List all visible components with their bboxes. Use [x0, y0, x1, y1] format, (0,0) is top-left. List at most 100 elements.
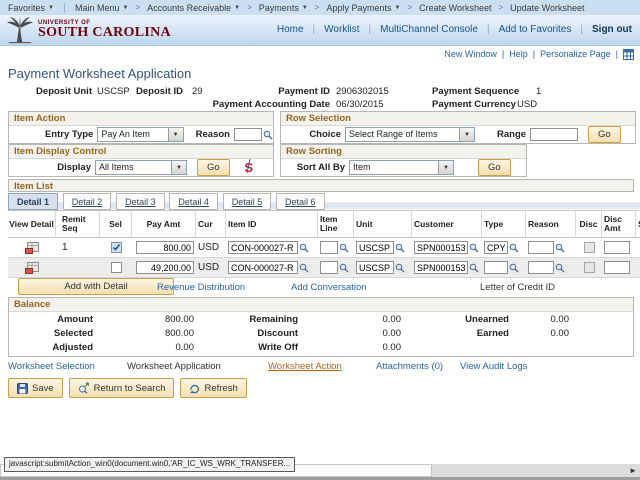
- col-header-item-id: Item ID: [226, 211, 318, 237]
- dropdown-arrow-icon: ▼: [168, 128, 183, 141]
- item-display-go-button[interactable]: Go: [197, 159, 230, 176]
- http-grid-icon[interactable]: [623, 49, 634, 60]
- tab-detail-2[interactable]: Detail 2: [63, 193, 112, 210]
- lookup-icon[interactable]: [509, 243, 519, 253]
- breadcrumb-item-main-menu[interactable]: Main Menu ▼: [75, 3, 128, 13]
- lookup-icon[interactable]: [509, 263, 519, 273]
- service-purchase-cell: [636, 258, 640, 277]
- reason-input[interactable]: [528, 241, 554, 254]
- display-select[interactable]: All Items ▼: [95, 160, 187, 175]
- payment-currency-label: Payment Currency: [432, 99, 516, 110]
- range-input[interactable]: [530, 128, 578, 141]
- lookup-icon[interactable]: [555, 263, 565, 273]
- add-conversation-link[interactable]: Add Conversation: [291, 282, 367, 293]
- lookup-icon[interactable]: [555, 243, 565, 253]
- breadcrumb-label: Main Menu: [75, 3, 120, 13]
- choice-select[interactable]: Select Range of Items ▼: [345, 127, 475, 142]
- lookup-icon[interactable]: [469, 263, 479, 273]
- breadcrumb-item-apply-payments[interactable]: Apply Payments ▼: [326, 3, 400, 13]
- balance-label: Remaining: [194, 314, 298, 325]
- reason-input[interactable]: [234, 128, 262, 141]
- unit-input[interactable]: [356, 241, 394, 254]
- type-input[interactable]: [484, 241, 508, 254]
- add-with-detail-button[interactable]: Add with Detail: [18, 278, 174, 295]
- breadcrumb-label: Favorites: [8, 3, 45, 13]
- breadcrumb-item-payments[interactable]: Payments ▼: [259, 3, 308, 13]
- breadcrumb-item-create-worksheet[interactable]: Create Worksheet: [419, 3, 491, 13]
- new-window-link[interactable]: New Window: [444, 49, 497, 59]
- breadcrumb-item-accounts-receivable[interactable]: Accounts Receivable ▼: [147, 3, 240, 13]
- add-to-favorites-link[interactable]: Add to Favorites: [499, 24, 572, 35]
- sel-checkbox[interactable]: [111, 242, 122, 253]
- personalize-page-link[interactable]: Personalize Page: [540, 49, 611, 59]
- unit-input[interactable]: [356, 261, 394, 274]
- attachments-link[interactable]: Attachments (0): [376, 361, 443, 372]
- lookup-icon[interactable]: [339, 263, 349, 273]
- divider: |: [313, 24, 316, 35]
- item-line-input[interactable]: [320, 241, 338, 254]
- col-header-view-detail: View Detail: [8, 211, 56, 237]
- view-detail-icon[interactable]: [25, 262, 39, 274]
- disc-amt-input[interactable]: [604, 261, 630, 274]
- worksheet-selection-link[interactable]: Worksheet Selection: [8, 361, 95, 372]
- tab-detail-1[interactable]: Detail 1: [8, 193, 58, 210]
- item-list-section-title: Item List: [8, 179, 634, 192]
- worklist-link[interactable]: Worklist: [324, 24, 359, 35]
- lookup-icon[interactable]: [469, 243, 479, 253]
- lookup-icon[interactable]: [299, 243, 309, 253]
- sel-checkbox[interactable]: [111, 262, 122, 273]
- breadcrumb-label: Accounts Receivable: [147, 3, 231, 13]
- breadcrumb-label: Apply Payments: [326, 3, 391, 13]
- item-line-input[interactable]: [320, 261, 338, 274]
- chevron-right-icon: >: [498, 3, 503, 12]
- pay-amt-input[interactable]: [136, 261, 194, 274]
- save-button[interactable]: Save: [8, 378, 63, 398]
- lookup-icon[interactable]: [395, 263, 405, 273]
- item-display-control-title: Item Display Control: [9, 145, 273, 159]
- payment-id-value: 2906302015: [336, 86, 389, 97]
- sort-all-by-select[interactable]: Item ▼: [349, 160, 454, 175]
- disc-checkbox[interactable]: [584, 242, 595, 253]
- col-header-disc-amt: Disc Amt: [602, 211, 636, 237]
- row-sorting-go-button[interactable]: Go: [478, 159, 511, 176]
- tab-detail-3[interactable]: Detail 3: [116, 193, 165, 210]
- tab-detail-4[interactable]: Detail 4: [169, 193, 218, 210]
- view-audit-logs-link[interactable]: View Audit Logs: [460, 361, 527, 372]
- chevron-down-icon: ▼: [302, 5, 308, 11]
- deposit-unit-value: USCSP: [97, 86, 130, 97]
- home-link[interactable]: Home: [277, 24, 304, 35]
- breadcrumb-item-favorites[interactable]: Favorites ▼: [8, 3, 54, 13]
- dropdown-arrow-icon: ▼: [438, 161, 453, 174]
- revenue-distribution-link[interactable]: Revenue Distribution: [157, 282, 245, 293]
- multichannel-console-link[interactable]: MultiChannel Console: [380, 24, 478, 35]
- row-selection-go-button[interactable]: Go: [588, 126, 621, 143]
- entry-type-select[interactable]: Pay An Item ▼: [97, 127, 183, 142]
- refresh-button[interactable]: Refresh: [180, 378, 246, 398]
- lookup-icon[interactable]: [395, 243, 405, 253]
- pay-amt-input[interactable]: [136, 241, 194, 254]
- help-link[interactable]: Help: [509, 49, 528, 59]
- item-display-control-groupbox: Item Display Control Display All Items ▼…: [8, 144, 274, 177]
- worksheet-action-link[interactable]: Worksheet Action: [268, 361, 342, 372]
- sort-all-by-label: Sort All By: [281, 162, 345, 173]
- type-input[interactable]: [484, 261, 508, 274]
- scrollbar-right-arrow-icon[interactable]: ►: [629, 467, 637, 475]
- lookup-icon[interactable]: [263, 130, 273, 140]
- item-id-input[interactable]: [228, 241, 298, 254]
- reason-input[interactable]: [528, 261, 554, 274]
- lookup-icon[interactable]: [339, 243, 349, 253]
- item-id-input[interactable]: [228, 261, 298, 274]
- tab-detail-5[interactable]: Detail 5: [223, 193, 272, 210]
- sign-out-link[interactable]: Sign out: [592, 24, 632, 35]
- tab-detail-6[interactable]: Detail 6: [276, 193, 325, 210]
- view-detail-icon[interactable]: [25, 242, 39, 254]
- customer-input[interactable]: [414, 261, 468, 274]
- customer-input[interactable]: [414, 241, 468, 254]
- breadcrumb-item-update-worksheet[interactable]: Update Worksheet: [510, 3, 584, 13]
- return-to-search-button[interactable]: Return to Search: [69, 378, 175, 398]
- currency-conversion-icon[interactable]: S: [244, 160, 254, 175]
- banner-links: Home | Worklist | MultiChannel Console |…: [277, 24, 632, 35]
- lookup-icon[interactable]: [299, 263, 309, 273]
- disc-checkbox[interactable]: [584, 262, 595, 273]
- disc-amt-input[interactable]: [604, 241, 630, 254]
